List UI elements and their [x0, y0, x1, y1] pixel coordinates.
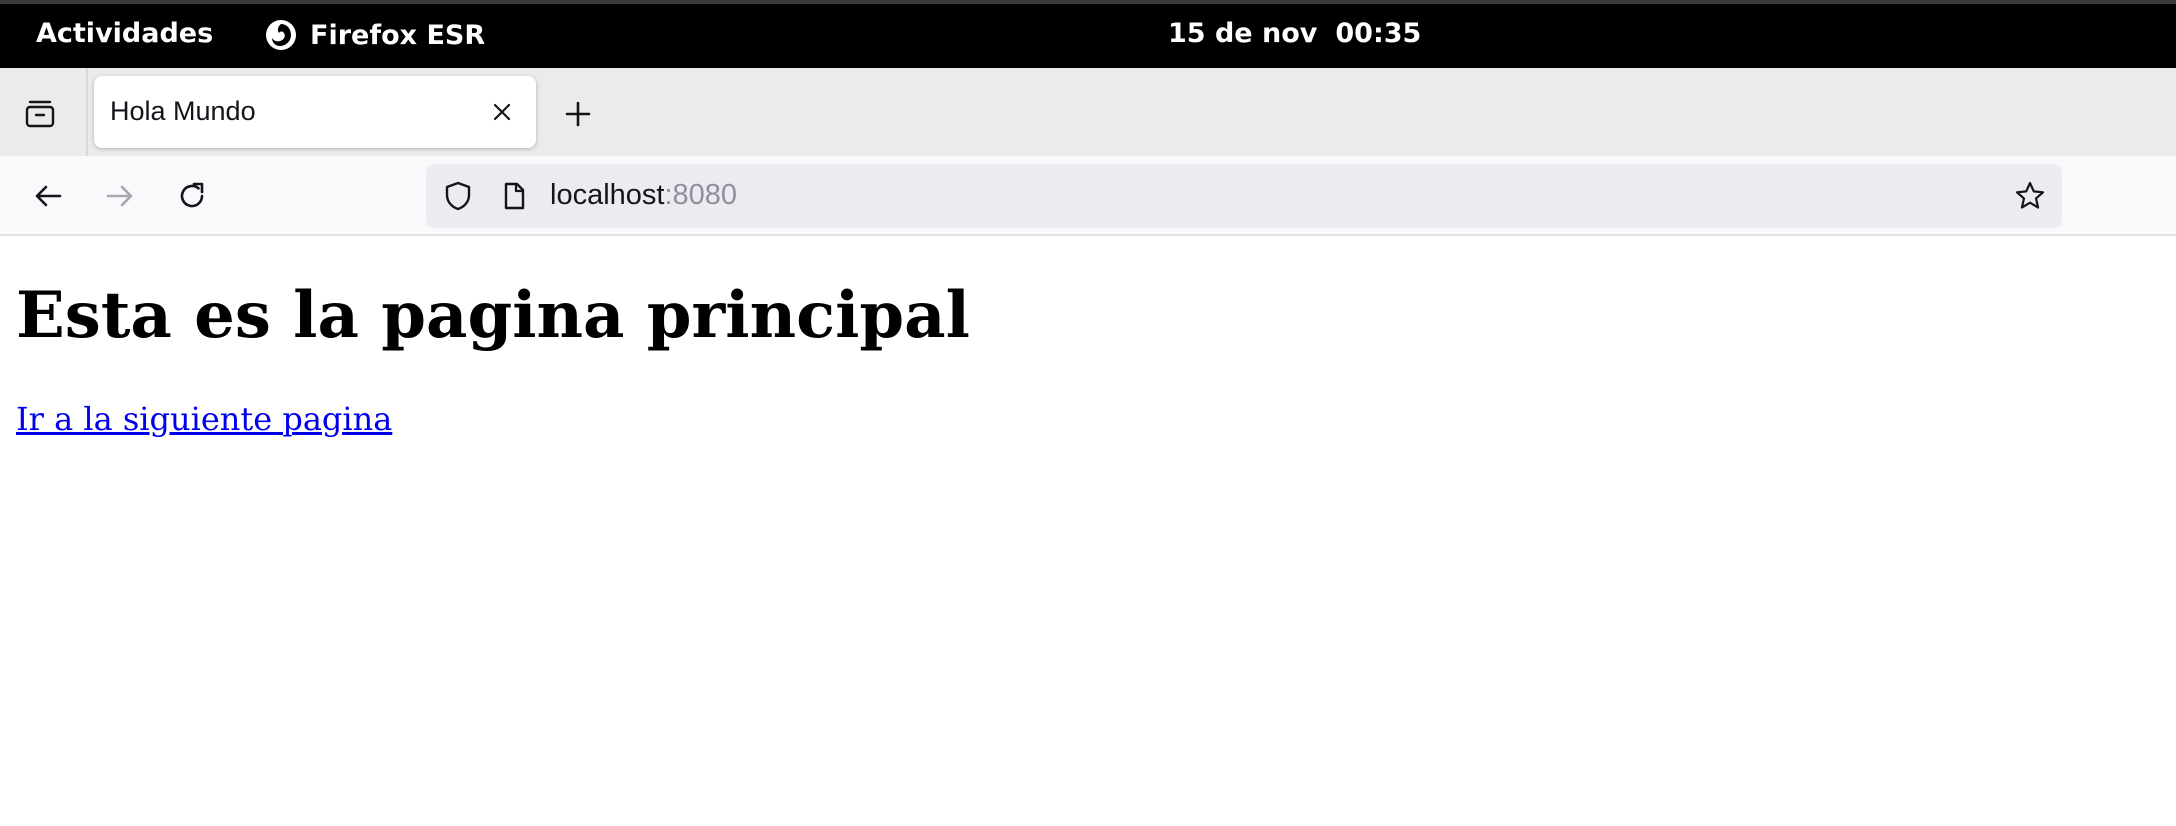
reload-icon[interactable]	[168, 172, 216, 220]
tab-title: Hola Mundo	[110, 96, 256, 126]
next-page-link[interactable]: Ir a la siguiente pagina	[16, 400, 392, 438]
clock[interactable]: 15 de nov 00:35	[1168, 18, 1421, 49]
arrow-left-icon[interactable]	[24, 172, 72, 220]
close-icon[interactable]	[484, 94, 520, 130]
system-top-bar: Actividades Firefox ESR 15 de nov 00:35	[0, 0, 2176, 68]
app-menu[interactable]: Firefox ESR	[264, 18, 485, 52]
tab-hola-mundo[interactable]: Hola Mundo	[94, 76, 536, 148]
url-bar[interactable]: localhost:8080	[426, 164, 2062, 228]
clock-date: 15 de nov	[1168, 18, 1318, 49]
url-port: :8080	[664, 179, 738, 211]
navigation-toolbar: localhost:8080	[0, 156, 2176, 236]
tab-strip-separator	[86, 68, 88, 156]
page-content: Esta es la pagina principal Ir a la sigu…	[0, 238, 2176, 826]
url-host: localhost	[550, 179, 665, 211]
firefox-icon	[264, 18, 298, 52]
arrow-right-icon[interactable]	[96, 172, 144, 220]
page-icon[interactable]	[496, 178, 532, 214]
activities-button[interactable]: Actividades	[36, 18, 213, 49]
clock-time: 00:35	[1335, 18, 1422, 49]
plus-icon[interactable]	[556, 92, 600, 136]
tab-strip: Hola Mundo	[0, 68, 2176, 156]
tab-overview-icon[interactable]	[18, 92, 62, 136]
star-icon[interactable]	[2012, 178, 2048, 214]
shield-icon[interactable]	[440, 178, 476, 214]
app-name: Firefox ESR	[310, 19, 486, 51]
page-heading: Esta es la pagina principal	[16, 278, 970, 353]
url-text[interactable]: localhost:8080	[550, 179, 737, 212]
